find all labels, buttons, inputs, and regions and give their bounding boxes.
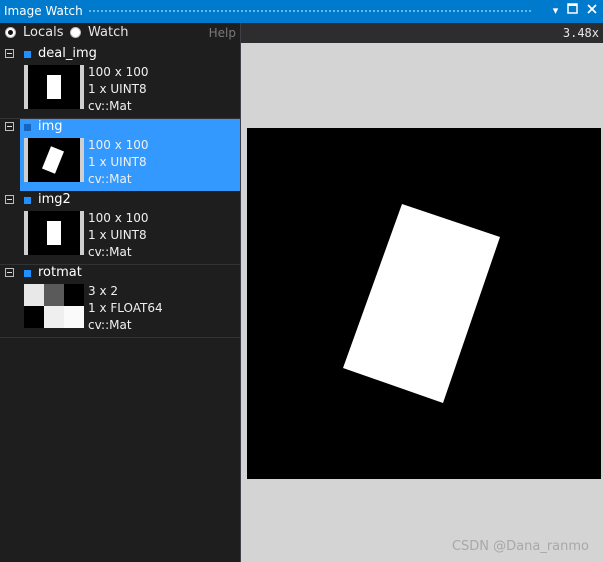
item-dimensions: 100 x 100: [88, 65, 149, 79]
help-link[interactable]: Help: [209, 26, 236, 40]
title-grip[interactable]: [88, 9, 533, 14]
viewer-toolbar: 3.48x: [241, 23, 603, 43]
image-canvas[interactable]: [247, 128, 601, 479]
variable-list-panel: Locals Watch Help deal_img 100 x 100 1 x…: [0, 23, 240, 562]
image-viewer[interactable]: 3.48x CSDN @Dana_ranmo: [241, 23, 603, 562]
item-dimensions: 3 x 2: [88, 284, 118, 298]
list-item-img[interactable]: img 100 x 100 1 x UINT8 cv::Mat: [0, 119, 240, 191]
watermark-text: CSDN @Dana_ranmo: [451, 539, 589, 554]
item-class: cv::Mat: [88, 172, 132, 186]
dropdown-icon[interactable]: ▾: [548, 3, 563, 18]
divider: [0, 337, 240, 338]
collapse-icon[interactable]: [5, 122, 14, 131]
collapse-icon[interactable]: [5, 49, 14, 58]
watch-label[interactable]: Watch: [88, 25, 128, 40]
item-type: 1 x UINT8: [88, 155, 147, 169]
item-type: 1 x FLOAT64: [88, 301, 163, 315]
window-title: Image Watch: [4, 4, 83, 18]
variable-type-icon: [24, 51, 31, 58]
matrix-thumbnail: [24, 284, 84, 328]
item-type: 1 x UINT8: [88, 228, 147, 242]
watch-radio[interactable]: [70, 27, 81, 38]
item-name: deal_img: [38, 46, 97, 61]
rotated-rectangle-image: [343, 204, 500, 403]
maximize-icon[interactable]: [565, 3, 580, 18]
title-bar: Image Watch ▾: [0, 0, 603, 23]
item-class: cv::Mat: [88, 245, 132, 259]
list-item-deal-img[interactable]: deal_img 100 x 100 1 x UINT8 cv::Mat: [0, 46, 240, 118]
locals-label[interactable]: Locals: [23, 25, 63, 40]
list-item-rotmat[interactable]: rotmat 3 x 2 1 x FLOAT64 cv::Mat: [0, 265, 240, 337]
image-thumbnail: [24, 65, 84, 109]
item-class: cv::Mat: [88, 318, 132, 332]
scope-toolbar: Locals Watch Help: [0, 23, 240, 43]
variable-type-icon: [24, 270, 31, 277]
item-name: img2: [38, 192, 71, 207]
zoom-level: 3.48x: [562, 26, 599, 40]
item-name: img: [38, 119, 63, 134]
collapse-icon[interactable]: [5, 268, 14, 277]
item-class: cv::Mat: [88, 99, 132, 113]
item-info: 100 x 100 1 x UINT8 cv::Mat: [88, 64, 149, 115]
list-item-img2[interactable]: img2 100 x 100 1 x UINT8 cv::Mat: [0, 192, 240, 264]
item-info: 3 x 2 1 x FLOAT64 cv::Mat: [88, 283, 163, 334]
image-thumbnail: [24, 138, 84, 182]
item-info: 100 x 100 1 x UINT8 cv::Mat: [88, 137, 149, 188]
item-dimensions: 100 x 100: [88, 138, 149, 152]
item-type: 1 x UINT8: [88, 82, 147, 96]
image-thumbnail: [24, 211, 84, 255]
variable-type-icon: [24, 197, 31, 204]
close-icon[interactable]: [584, 3, 599, 18]
locals-radio[interactable]: [5, 27, 16, 38]
variable-type-icon: [24, 124, 31, 131]
item-dimensions: 100 x 100: [88, 211, 149, 225]
item-info: 100 x 100 1 x UINT8 cv::Mat: [88, 210, 149, 261]
item-name: rotmat: [38, 265, 82, 280]
collapse-icon[interactable]: [5, 195, 14, 204]
